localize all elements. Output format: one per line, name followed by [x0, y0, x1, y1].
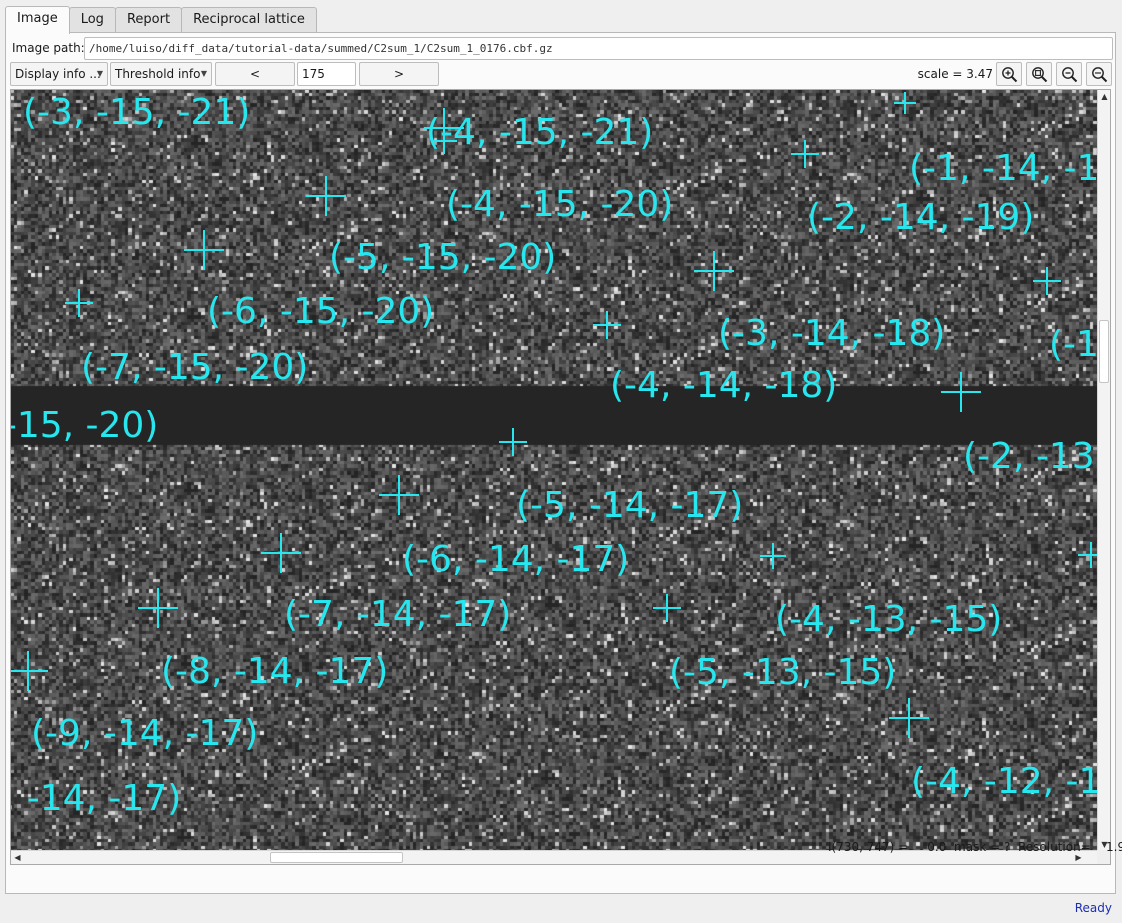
- threshold-info-dropdown[interactable]: Threshold info ▼: [110, 62, 212, 86]
- zoom-fit-button[interactable]: [1026, 62, 1052, 86]
- reflection-cross: [65, 289, 93, 317]
- reflection-marker: (-8, -15, -20): [11, 405, 158, 446]
- next-frame-button[interactable]: >: [359, 62, 439, 86]
- reflection-marker: (-3, -13, -15): [1078, 542, 1098, 640]
- reflection-label: (-4, -14, -18): [610, 365, 837, 406]
- image-path-field[interactable]: /home/luiso/diff_data/tutorial-data/summ…: [84, 37, 1113, 60]
- reflection-marker: (-1, -14, -17): [1033, 267, 1098, 365]
- previous-frame-button[interactable]: <: [215, 62, 295, 86]
- scroll-up-icon[interactable]: ▲: [1098, 90, 1110, 103]
- display-info-label: Display info ...: [15, 67, 101, 81]
- dropdown-arrow-icon: ▼: [200, 69, 207, 78]
- tab-report[interactable]: Report: [114, 7, 183, 33]
- zoom-out-button[interactable]: [1056, 62, 1082, 86]
- status-bar-message: Ready: [1074, 901, 1112, 915]
- reflection-cross: [138, 588, 178, 628]
- reflection-label: (-7, -15, -20): [81, 347, 308, 388]
- reflection-cross: [379, 475, 419, 515]
- reflection-label: (-5, -15, -20): [329, 237, 556, 278]
- reflection-marker: (-1, -14, -18): [894, 92, 1098, 189]
- reflection-cross: [499, 428, 527, 456]
- dropdown-arrow-icon: ▼: [96, 69, 103, 78]
- reflection-label: (-4, -13, -15): [775, 599, 1002, 640]
- pixel-coordinate: I(730, 747): [828, 840, 895, 854]
- horizontal-scroll-thumb[interactable]: [270, 852, 403, 863]
- reflection-marker: (-4, -12, -14): [889, 698, 1098, 802]
- tab-image[interactable]: Image: [5, 6, 70, 34]
- reflection-marker: (-4, -15, -21): [424, 108, 653, 153]
- scroll-left-icon[interactable]: ◀: [11, 851, 24, 864]
- reflection-label: (-1, -14, -18): [909, 148, 1098, 189]
- mask-readout: mask = ?: [954, 840, 1011, 854]
- reflection-label: (-5, -14, -17): [516, 485, 743, 526]
- reflection-label: (-8, -14, -17): [161, 651, 388, 692]
- zoom-out-icon: [1062, 67, 1078, 83]
- reflection-cross: [694, 251, 734, 291]
- reflection-cross: [306, 176, 346, 216]
- reflection-label: (-10, -14, -17): [11, 778, 181, 819]
- zoom-fit-icon: [1032, 67, 1048, 83]
- reflection-cross: [593, 311, 621, 339]
- reflection-marker: (-10, -14, -17): [11, 778, 181, 819]
- threshold-info-label: Threshold info: [115, 67, 201, 81]
- reflection-label: (-3, -15, -21): [23, 92, 250, 133]
- reflection-cross: [894, 92, 916, 114]
- reflection-marker: (-4, -13, -15): [760, 543, 1002, 640]
- reflection-cross: [261, 533, 301, 573]
- reflection-cross: [889, 698, 929, 738]
- reflection-label: (-3, -14, -18): [718, 313, 945, 354]
- reflection-cross: [1078, 542, 1098, 568]
- pixel-readout: I(730, 747) = 0.0 mask = ? Resolution= 1…: [828, 840, 1122, 854]
- reflection-cross: [760, 543, 786, 569]
- reflection-marker: (-3, -15, -21): [23, 92, 250, 133]
- frame-number-input[interactable]: 175: [297, 62, 356, 86]
- image-panel: Image path: /home/luiso/diff_data/tutori…: [5, 32, 1116, 894]
- reflection-cross: [941, 372, 981, 412]
- reflection-cross: [184, 230, 224, 270]
- reflection-label: (-4, -12, -14): [911, 761, 1098, 802]
- reflection-label: (-6, -15, -20): [207, 291, 434, 332]
- display-info-dropdown[interactable]: Display info ... ▼: [10, 62, 108, 86]
- reflection-label: (-4, -15, -21): [426, 112, 653, 153]
- vertical-scrollbar[interactable]: ▲ ▼: [1097, 90, 1110, 851]
- reflection-label: (-2, -13, -16): [963, 436, 1098, 477]
- detector-image-view[interactable]: (-4, -15, -21) (-1, -14, -18) (-4, -15, -2…: [10, 89, 1111, 865]
- tab-reciprocal-lattice[interactable]: Reciprocal lattice: [181, 7, 317, 33]
- reflection-cross: [11, 651, 48, 691]
- zoom-in-button[interactable]: [996, 62, 1022, 86]
- vertical-scroll-thumb[interactable]: [1099, 320, 1109, 383]
- resolution-label: Resolution=: [1017, 840, 1091, 854]
- reflection-label: (-1, -14, -17): [1049, 324, 1098, 365]
- reflection-label: (-5, -13, -15): [669, 652, 896, 693]
- reflection-cross: [653, 594, 681, 622]
- reflection-label: (-2, -14, -19): [807, 197, 1034, 238]
- resolution-value: 1.99: [1106, 840, 1122, 854]
- scale-readout: scale = 3.47: [917, 67, 993, 81]
- zoom-reset-icon: [1092, 67, 1108, 83]
- reflection-marker: (-2, -13, -16): [941, 372, 1098, 477]
- reflection-label: (-6, -14, -17): [402, 539, 629, 580]
- reflection-cross: [791, 140, 819, 168]
- reflection-label: (-4, -15, -20): [446, 184, 673, 225]
- zoom-reset-button[interactable]: [1086, 62, 1112, 86]
- tab-bar: Image Log Report Reciprocal lattice: [5, 6, 317, 34]
- zoom-in-icon: [1002, 67, 1018, 83]
- reflection-label: (-9, -14, -17): [31, 713, 258, 754]
- image-path-label: Image path:: [12, 41, 85, 55]
- pixel-intensity: 0.0: [927, 840, 947, 854]
- tab-log[interactable]: Log: [68, 7, 116, 33]
- reflection-cross: [1033, 267, 1061, 295]
- reflection-label: (-8, -15, -20): [11, 405, 158, 446]
- reflection-marker: (-3, -14, -18): [694, 251, 945, 354]
- reflection-marker: (-5, -14, -17): [499, 428, 743, 526]
- reflection-label: (-7, -14, -17): [284, 594, 511, 635]
- reflection-overlay: (-4, -15, -21) (-1, -14, -18) (-4, -15, -2…: [11, 92, 1098, 819]
